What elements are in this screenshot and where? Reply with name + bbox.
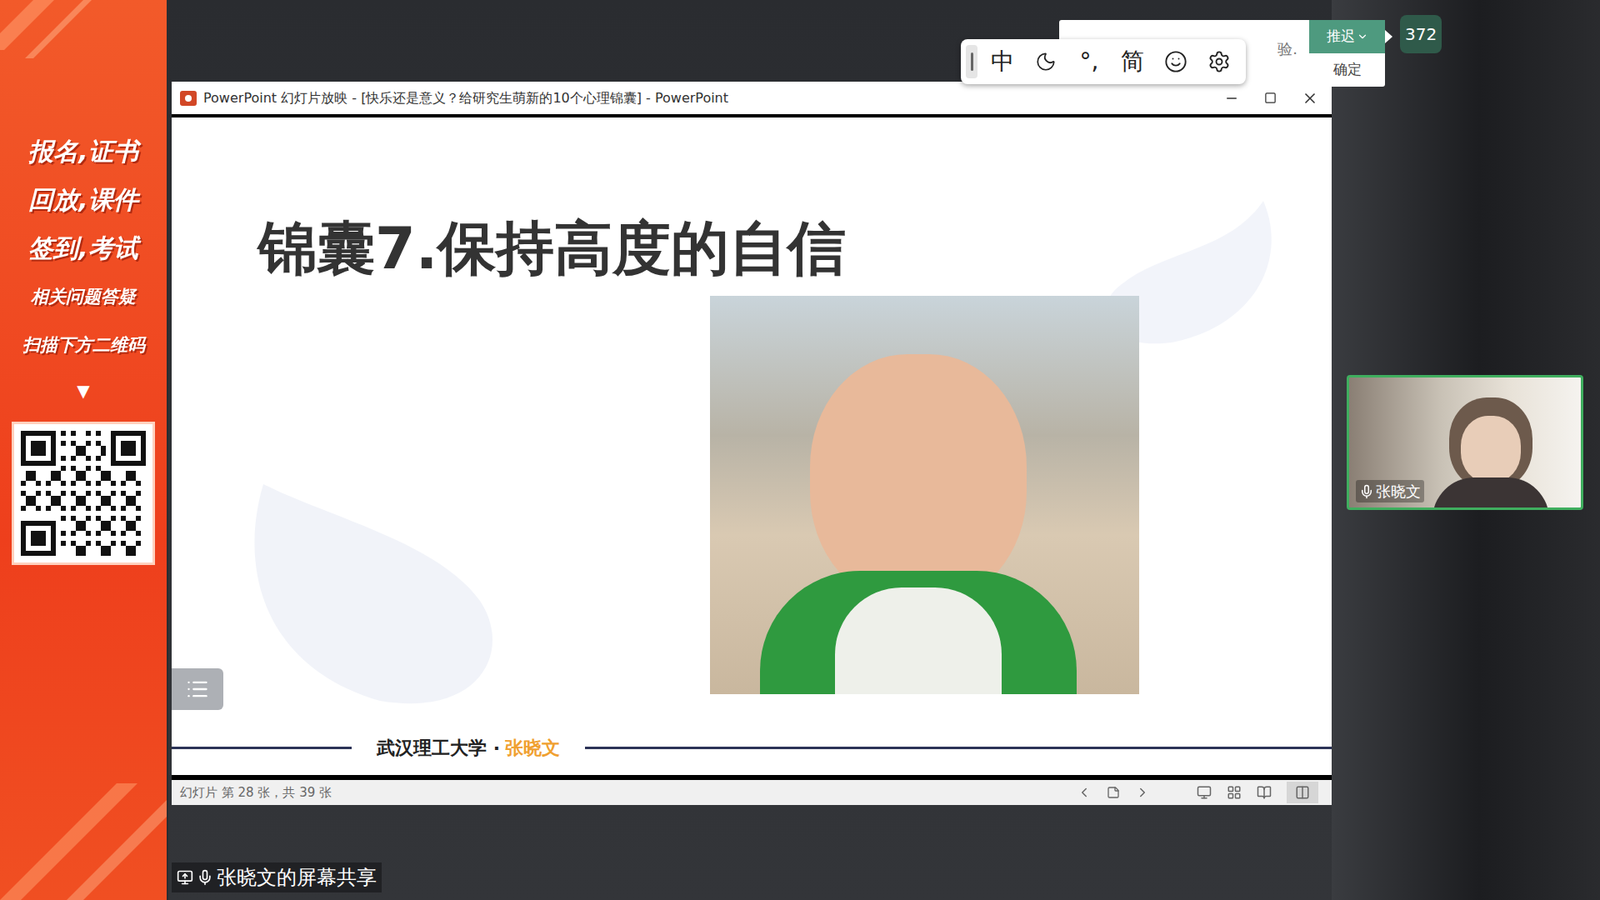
settings-button[interactable] — [1200, 43, 1238, 80]
window-title: PowerPoint 幻灯片放映 - [快乐还是意义？给研究生萌新的10个心理锦… — [203, 88, 1218, 109]
screen-share-icon — [176, 869, 194, 886]
list-icon — [185, 677, 210, 701]
banner-line: 相关问题答疑 — [30, 278, 136, 315]
smiley-icon — [1164, 50, 1188, 74]
ime-text-button[interactable]: °, — [1070, 43, 1108, 80]
status-bar: 幻灯片 第 28 张，共 39 张 — [171, 780, 1332, 805]
reading-view-icon[interactable] — [1256, 785, 1272, 800]
slideshow-view-icon[interactable] — [1295, 785, 1310, 800]
status-text: 幻灯片 第 28 张，共 39 张 — [180, 783, 1077, 803]
footer-org: 武汉理工大学 · — [376, 734, 500, 762]
close-icon[interactable] — [1301, 90, 1319, 107]
chevron-down-icon — [1356, 30, 1369, 43]
notification-arrow-icon — [1385, 30, 1393, 44]
emoji-button[interactable] — [1157, 43, 1195, 80]
banner-line: 报名,证书 — [28, 133, 138, 170]
confirm-button[interactable]: 确定 — [1309, 53, 1385, 87]
powerpoint-window: PowerPoint 幻灯片放映 - [快乐还是意义？给研究生萌新的10个心理锦… — [171, 81, 1332, 805]
footer-name: 张晓文 — [505, 734, 560, 762]
sorter-view-icon[interactable] — [1226, 785, 1242, 800]
screen-share-label: 张晓文的屏幕共享 — [171, 862, 382, 893]
feather-decoration-icon — [230, 467, 530, 718]
participant-count-badge[interactable]: 372 — [1400, 15, 1442, 54]
previous-icon[interactable] — [1076, 785, 1092, 800]
maximize-icon[interactable] — [1264, 91, 1277, 105]
next-icon[interactable] — [1135, 785, 1150, 800]
video-name-label: 张晓文 — [1355, 480, 1425, 503]
night-mode-button[interactable] — [1027, 43, 1065, 80]
participants-panel: 张晓文 — [1331, 0, 1600, 900]
banner-arrow: ▼ — [76, 378, 90, 404]
powerpoint-icon — [180, 90, 197, 106]
notes-icon[interactable] — [1106, 785, 1120, 800]
slide-footer: 武汉理工大学 ·张晓文 — [171, 734, 1332, 762]
qr-code-icon — [20, 430, 146, 556]
video-tile: 张晓文 — [1346, 375, 1584, 510]
stripe-decoration-icon — [0, 783, 167, 900]
slide-menu-button[interactable] — [171, 668, 224, 710]
minimize-icon[interactable] — [1224, 90, 1240, 106]
mic-icon — [196, 869, 214, 886]
moon-icon — [1035, 50, 1057, 73]
banner-line: 回放,课件 — [28, 181, 138, 219]
screen: 报名,证书回放,课件签到,考试相关问题答疑扫描下方二维码 ▼ PowerPoint … — [0, 0, 1600, 900]
qr-card — [11, 421, 155, 565]
gear-icon — [1207, 50, 1231, 74]
ime-text-button[interactable]: 中 — [984, 43, 1021, 80]
ime-text-button[interactable]: 简 — [1114, 43, 1151, 80]
normal-view-icon[interactable] — [1196, 785, 1212, 800]
mic-icon — [1359, 484, 1375, 500]
ime-toolbar: 中 °,简 — [960, 39, 1246, 85]
share-area: PowerPoint 幻灯片放映 - [快乐还是意义？给研究生萌新的10个心理锦… — [168, 0, 1332, 900]
stripe-decoration-icon — [0, 0, 167, 100]
banner-line: 签到,考试 — [28, 230, 138, 267]
promo-banner: 报名,证书回放,课件签到,考试相关问题答疑扫描下方二维码 ▼ — [0, 0, 167, 900]
snooze-button[interactable]: 推迟 — [1309, 20, 1385, 54]
banner-lines: 报名,证书回放,课件签到,考试相关问题答疑扫描下方二维码 — [22, 133, 145, 364]
toolbar-grip[interactable] — [965, 45, 978, 79]
banner-line: 扫描下方二维码 — [22, 326, 145, 364]
slide: 锦囊7.保持高度的自信武汉理工大学 ·张晓文 — [171, 117, 1332, 775]
notification-text: 验. — [1277, 37, 1298, 60]
baby-photo — [710, 295, 1140, 695]
slide-title: 锦囊7.保持高度的自信 — [258, 213, 846, 284]
